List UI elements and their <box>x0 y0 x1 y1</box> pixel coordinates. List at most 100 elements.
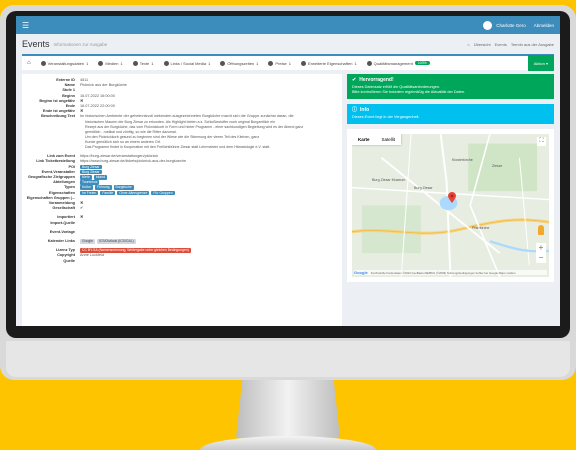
map-pin-icon[interactable] <box>448 192 456 203</box>
tab-bar: ⌂ Veranstaltungsdaten 1 Medien 1 Texte 1 Li… <box>22 54 554 71</box>
tab-count: 1 <box>208 60 211 66</box>
alert-title: Hervorragend! <box>359 77 394 83</box>
logout-link[interactable]: Abmelden <box>534 23 554 28</box>
detail-row: Quelle <box>26 259 338 264</box>
detail-label: Gesellschaft <box>52 206 75 211</box>
tag-pill[interactable]: Führung <box>94 185 112 190</box>
map-box: Karte Satellit ⛶ Burg Ziesar Ziesar Klos… <box>347 129 554 282</box>
quality-alert: ✔ Hervorragend! Dieses Datensatz erfüllt … <box>347 74 554 99</box>
tag-pill[interactable]: Für Gruppen <box>151 190 175 196</box>
quality-badge: 100% <box>414 61 430 65</box>
detail-label: Import-Quelle <box>50 220 75 225</box>
detail-label: Beschreibung Text <box>41 114 75 119</box>
detail-value: Im historischen Ambiente der geheimnisvo… <box>80 114 294 119</box>
breadcrumb-item[interactable]: Übersicht <box>474 42 491 47</box>
tab-home-icon[interactable]: ⌂ <box>22 60 36 66</box>
check-circle-icon: ✔ <box>352 77 357 83</box>
tag-pill[interactable]: Burg Ziesar <box>80 169 102 175</box>
tab-count: 1 <box>256 60 259 66</box>
detail-label: Quelle <box>63 258 75 263</box>
map-type-control: Karte Satellit <box>352 134 402 145</box>
map-attribution: Google Kurzbefehle Kartendaten ©2022 GeoB… <box>354 270 547 275</box>
tag-pill[interactable]: Burg Ziesar <box>80 164 102 170</box>
tab-count: 1 <box>151 60 154 66</box>
street-view-pegman-icon[interactable] <box>538 225 544 235</box>
tab-preise[interactable]: Preise 1 <box>263 60 296 66</box>
map-type-satellite[interactable]: Satellit <box>376 134 402 145</box>
detail-label: Kalender Links <box>47 239 75 244</box>
detail-row: Beschreibung Text Im historischen Ambient… <box>26 114 338 119</box>
home-icon[interactable]: ⌂ <box>467 42 469 47</box>
tab-veranstaltungsdaten[interactable]: Veranstaltungsdaten 1 <box>36 60 94 66</box>
detail-value <box>80 259 338 264</box>
detail-value <box>80 230 338 235</box>
menu-toggle-icon[interactable]: ☰ <box>22 21 32 30</box>
map-label: Burg Ziesar <box>414 186 433 190</box>
tab-icon <box>220 60 226 66</box>
tab-icon <box>268 60 274 66</box>
map[interactable]: Karte Satellit ⛶ Burg Ziesar Ziesar Klos… <box>352 134 549 277</box>
tab-icon <box>163 60 169 66</box>
detail-row: Import-Quelle <box>26 221 338 226</box>
info-alert: ⓘ Info Dieses Event liegt in der Vergange… <box>347 104 554 124</box>
zoom-out-icon[interactable]: − <box>536 253 546 263</box>
tab-label: Preise <box>275 60 287 66</box>
detail-row: Kalender Links Google ICS/Outlook (ICS/CAL… <box>26 239 338 244</box>
tab-icon <box>300 60 306 66</box>
tag-pill[interactable]: Inland <box>93 175 107 180</box>
tab-count: 1 <box>86 60 89 66</box>
monitor-base <box>200 436 376 450</box>
detail-value: Google ICS/Outlook (ICS/CAL) <box>80 239 338 244</box>
detail-row: Gesellschaft ✔ <box>26 206 338 211</box>
tag-pill[interactable]: Im Freien <box>80 190 99 196</box>
tab-links[interactable]: Links / Social Media 1 <box>159 60 216 66</box>
side-panel: ✔ Hervorragend! Dieses Datensatz erfüllt … <box>347 74 554 326</box>
tab-icon <box>132 60 138 66</box>
tab-label: Qualitätsmanagement <box>373 60 413 66</box>
alert-text: Bitte kontrollieren Sie trotzdem regelmä… <box>352 90 466 94</box>
tag-pill[interactable]: Mehr <box>80 175 92 180</box>
app-screen: ☰ Charlotte Gero Abmelden Events Informa… <box>16 16 560 326</box>
map-label: Burg Ziesar Museum <box>372 178 406 182</box>
tab-medien[interactable]: Medien 1 <box>93 60 127 66</box>
tag-pill[interactable]: CC BY-SA (Namensnennung, Weitergabe unte… <box>80 248 191 253</box>
tab-qualitaetsmanagement[interactable]: Qualitätsmanagement 100% <box>362 60 435 66</box>
tag-pill[interactable]: Ohne Altersgrenze <box>117 190 150 196</box>
fullscreen-icon[interactable]: ⛶ <box>537 137 546 146</box>
google-logo: Google <box>354 270 368 275</box>
tab-oeffnungszeiten[interactable]: Öffnungszeiten 1 <box>215 60 263 66</box>
tab-icon <box>98 60 104 66</box>
tag-pill[interactable]: ICS/Outlook (ICS/CAL) <box>96 239 136 244</box>
tab-texte[interactable]: Texte 1 <box>128 60 159 66</box>
tag-pill[interactable]: Burgküche <box>113 185 134 190</box>
tab-label: Texte <box>139 60 150 66</box>
user-name[interactable]: Charlotte Gero <box>496 23 526 28</box>
tag-pill[interactable]: Google <box>80 239 95 244</box>
map-label: Ziesar <box>492 164 502 168</box>
breadcrumb-item[interactable]: Events <box>495 42 507 47</box>
action-button[interactable]: Aktion ▾ <box>527 55 554 71</box>
tab-label: Öffnungszeiten <box>227 60 255 66</box>
detail-row: Event-Vorlage <box>26 230 338 235</box>
top-navbar: ☰ Charlotte Gero Abmelden <box>16 16 560 34</box>
alert-title: Info <box>360 107 370 113</box>
tab-label: Erweiterte Eigenschaften <box>307 60 353 66</box>
zoom-control: + − <box>536 243 546 263</box>
tag-pill[interactable]: Tourismus <box>80 180 100 185</box>
tab-erweiterte-eigenschaften[interactable]: Erweiterte Eigenschaften 1 <box>296 60 362 66</box>
alert-text: Dieses Event liegt in der Vergangenheit. <box>352 115 420 119</box>
page-subtitle: Informationen zur Ausgabe <box>53 41 108 47</box>
map-label: Pfarrkirche <box>472 226 490 230</box>
page-title: Events <box>22 39 50 49</box>
info-icon: ⓘ <box>352 107 358 113</box>
map-type-map[interactable]: Karte <box>352 134 376 145</box>
avatar[interactable] <box>483 20 493 30</box>
tag-pill[interactable]: Familie <box>100 190 116 196</box>
action-button-label: Aktion <box>533 60 545 66</box>
attribution-text: Kurzbefehle Kartendaten ©2022 GeoBasis-D… <box>370 271 516 275</box>
zoom-in-icon[interactable]: + <box>536 243 546 253</box>
breadcrumb-item: Termin aus der Ausgabe <box>510 41 554 47</box>
tab-label: Veranstaltungsdaten <box>47 60 85 66</box>
tag-pill[interactable]: Kultur <box>80 185 93 190</box>
page-header: Events Informationen zur Ausgabe ⌂ Übers… <box>16 34 560 54</box>
